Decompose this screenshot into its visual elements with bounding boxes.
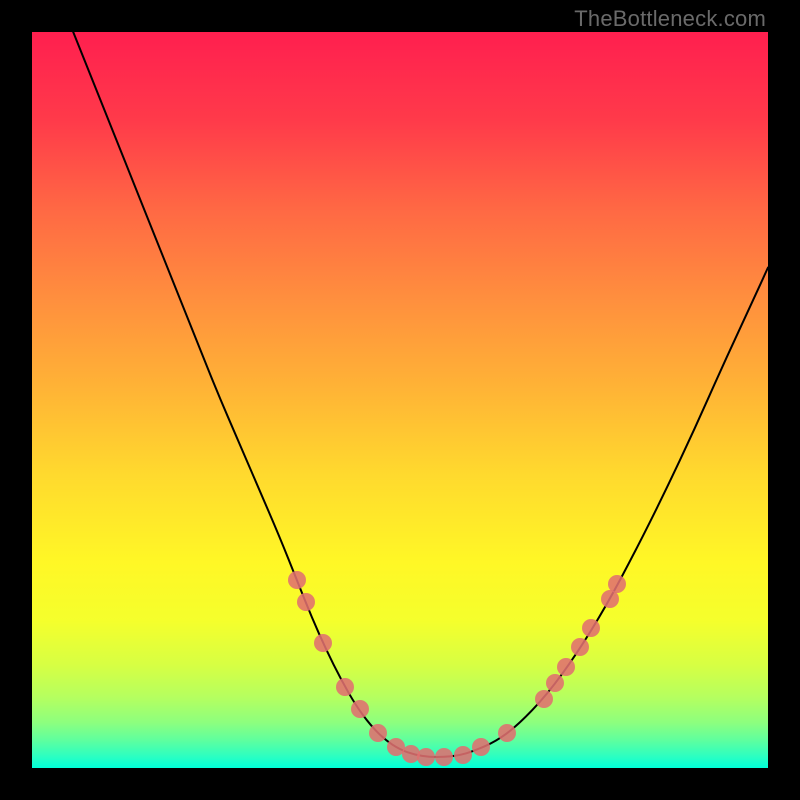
curve-marker [351, 700, 369, 718]
curve-marker [314, 634, 332, 652]
curve-marker [582, 619, 600, 637]
curve-marker [454, 746, 472, 764]
curve-marker [336, 678, 354, 696]
plot-area [32, 32, 768, 768]
curve-marker [369, 724, 387, 742]
curve-marker [435, 748, 453, 766]
curve-marker [535, 690, 553, 708]
curve-marker [608, 575, 626, 593]
curve-marker [472, 738, 490, 756]
curve-marker [498, 724, 516, 742]
curve-marker [571, 638, 589, 656]
curve-marker [557, 658, 575, 676]
curve-marker [297, 593, 315, 611]
watermark-text: TheBottleneck.com [574, 6, 766, 32]
chart-frame: TheBottleneck.com [0, 0, 800, 800]
curve-marker [288, 571, 306, 589]
curve-marker [417, 748, 435, 766]
curve-marker [546, 674, 564, 692]
bottleneck-curve [32, 32, 768, 768]
